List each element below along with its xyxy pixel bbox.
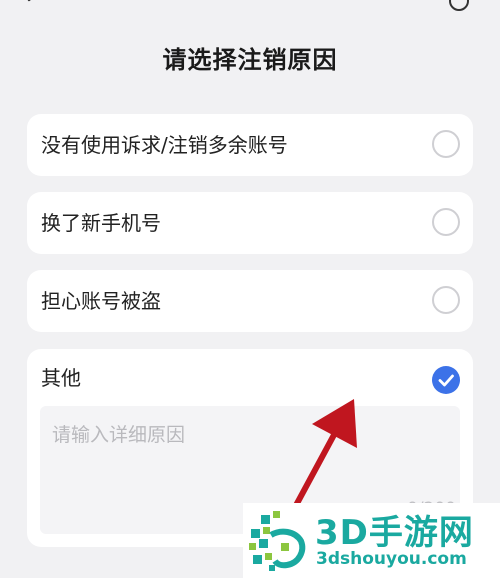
watermark: 3D手游网 3dshouyou.com [243, 503, 500, 578]
reason-option-label: 换了新手机号 [41, 211, 161, 235]
top-bar [0, 0, 500, 12]
radio-button-checked[interactable] [432, 366, 460, 394]
watermark-brand: 3D手游网 [315, 513, 474, 553]
checkmark-icon [438, 374, 454, 387]
reason-option-new-phone[interactable]: 换了新手机号 [27, 192, 473, 254]
watermark-url: 3dshouyou.com [316, 549, 467, 569]
radio-button[interactable] [432, 130, 460, 158]
reason-option-account-stolen[interactable]: 担心账号被盗 [27, 270, 473, 332]
back-arrow-icon[interactable] [26, 0, 38, 6]
radio-button[interactable] [432, 208, 460, 236]
reason-option-label: 其他 [41, 366, 81, 390]
radio-button[interactable] [432, 286, 460, 314]
page-title: 请选择注销原因 [162, 46, 338, 74]
reason-option-label: 没有使用诉求/注销多余账号 [41, 133, 288, 157]
reason-option-unused-account[interactable]: 没有使用诉求/注销多余账号 [27, 114, 473, 176]
help-icon[interactable] [448, 0, 470, 12]
reason-option-label: 担心账号被盗 [41, 289, 161, 313]
3d-logo-icon [249, 511, 306, 571]
